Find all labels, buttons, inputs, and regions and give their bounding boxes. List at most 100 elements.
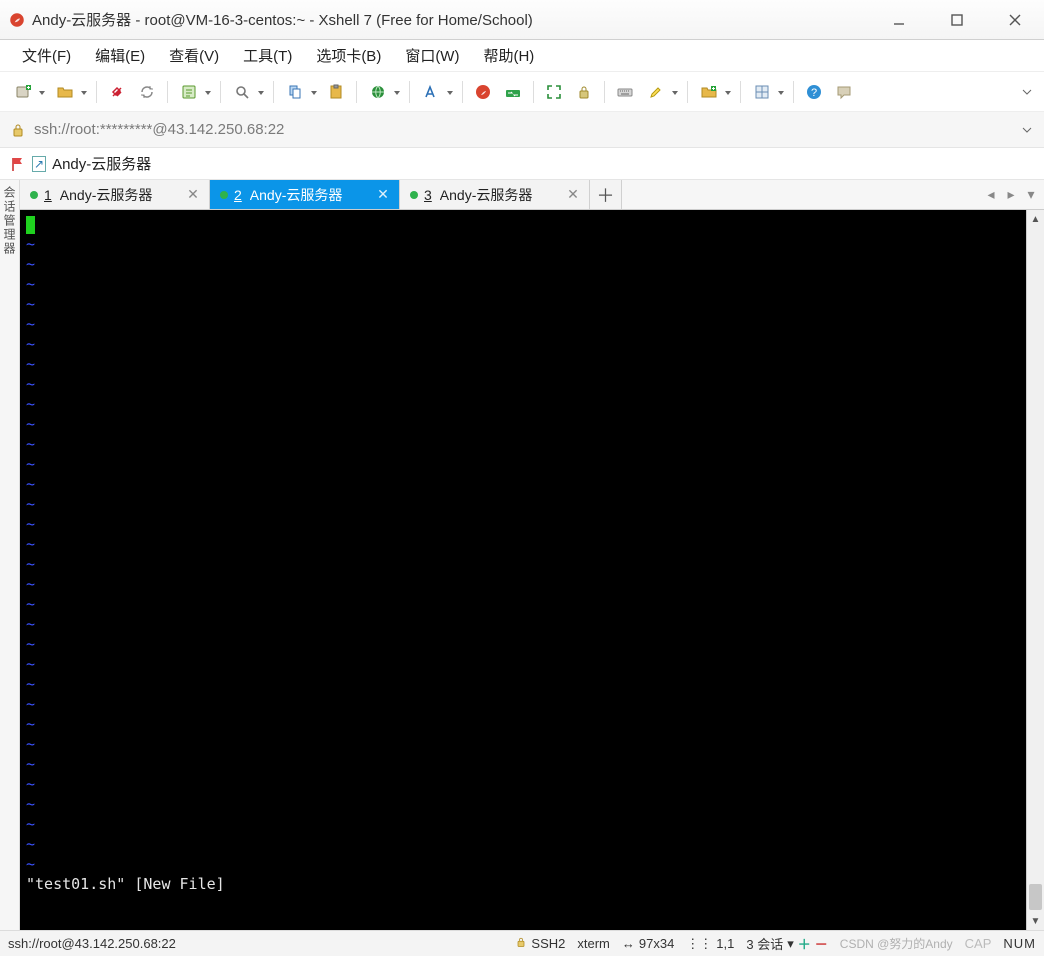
- lock-icon: [10, 122, 26, 138]
- svg-text:?: ?: [811, 87, 817, 99]
- status-cursor-pos: ⋮⋮ 1,1: [686, 936, 734, 952]
- terminal-scrollbar[interactable]: ▲ ▼: [1026, 210, 1044, 930]
- toolbar-separator: [273, 81, 274, 103]
- toolbar-separator: [740, 81, 741, 103]
- close-button[interactable]: [986, 0, 1044, 40]
- highlight-button[interactable]: [641, 78, 681, 106]
- tab-number: 1: [44, 187, 52, 203]
- maximize-button[interactable]: [928, 0, 986, 40]
- watermark-text: CSDN @努力的Andy: [840, 935, 953, 952]
- toolbar-separator: [96, 81, 97, 103]
- menu-window[interactable]: 窗口(W): [393, 40, 471, 71]
- menu-tools[interactable]: 工具(T): [231, 40, 304, 71]
- keyboard-button[interactable]: [611, 78, 639, 106]
- tab-number: 2: [234, 187, 242, 203]
- tab-label: Andy-云服务器: [250, 185, 369, 205]
- disconnect-button[interactable]: [103, 78, 131, 106]
- toolbar-separator: [220, 81, 221, 103]
- tab-prev-button[interactable]: ◂: [982, 186, 1000, 203]
- status-dot: [410, 191, 418, 199]
- window-title: Andy-云服务器 - root@VM-16-3-centos:~ - Xshe…: [32, 9, 533, 30]
- tab-close-icon[interactable]: ✕: [185, 187, 201, 203]
- toolbar-separator: [409, 81, 410, 103]
- status-protocol: SSH2: [515, 936, 565, 951]
- properties-button[interactable]: [174, 78, 214, 106]
- tab-nav: ◂ ▸ ▾: [982, 180, 1044, 209]
- session-name-bar: ↗ Andy-云服务器: [0, 148, 1044, 180]
- lock-icon: [515, 936, 527, 951]
- paste-button[interactable]: [322, 78, 350, 106]
- tab-bar: 1 Andy-云服务器 ✕ 2 Andy-云服务器 ✕ 3 Andy-云服务器 …: [20, 180, 1044, 210]
- toolbar-separator: [356, 81, 357, 103]
- font-button[interactable]: [416, 78, 456, 106]
- status-dot: [220, 191, 228, 199]
- session-name: Andy-云服务器: [52, 153, 151, 174]
- address-dropdown[interactable]: [1020, 125, 1034, 135]
- app-icon: [8, 11, 26, 29]
- status-cap: CAP: [965, 936, 992, 951]
- status-term-type: xterm: [577, 936, 610, 951]
- reconnect-button[interactable]: [133, 78, 161, 106]
- toolbar-separator: [533, 81, 534, 103]
- toolbar-separator: [167, 81, 168, 103]
- tab-number: 3: [424, 187, 432, 203]
- scroll-down-icon[interactable]: ▼: [1027, 912, 1044, 930]
- scroll-up-icon[interactable]: ▲: [1027, 210, 1044, 228]
- scroll-thumb[interactable]: [1029, 884, 1042, 910]
- lock-button[interactable]: [570, 78, 598, 106]
- minimize-button[interactable]: [870, 0, 928, 40]
- new-folder-button[interactable]: [694, 78, 734, 106]
- status-sessions[interactable]: 3 会话 ▾ ＋ －: [746, 934, 827, 953]
- chat-button[interactable]: [830, 78, 858, 106]
- toolbar-separator: [793, 81, 794, 103]
- flag-icon[interactable]: [10, 156, 26, 172]
- status-size: ↔ 97x34: [622, 936, 674, 951]
- terminal-view[interactable]: ~ ~ ~ ~ ~ ~ ~ ~ ~ ~ ~ ~ ~ ~ ~ ~ ~ ~ ~ ~ …: [20, 210, 1026, 930]
- menu-file[interactable]: 文件(F): [10, 40, 83, 71]
- menu-tabs[interactable]: 选项卡(B): [304, 40, 393, 71]
- address-bar[interactable]: ssh://root:*********@43.142.250.68:22: [0, 112, 1044, 148]
- status-dot: [30, 191, 38, 199]
- address-text: ssh://root:*********@43.142.250.68:22: [34, 121, 1012, 138]
- tab-next-button[interactable]: ▸: [1002, 186, 1020, 203]
- status-connection: ssh://root@43.142.250.68:22: [8, 936, 176, 951]
- window-titlebar: Andy-云服务器 - root@VM-16-3-centos:~ - Xshe…: [0, 0, 1044, 40]
- menu-help[interactable]: 帮助(H): [471, 40, 546, 71]
- find-button[interactable]: [227, 78, 267, 106]
- help-button[interactable]: ?: [800, 78, 828, 106]
- size-icon: ↔: [622, 936, 635, 951]
- menu-edit[interactable]: 编辑(E): [83, 40, 157, 71]
- toolbar-separator: [687, 81, 688, 103]
- layout-button[interactable]: [747, 78, 787, 106]
- toolbar-separator: [462, 81, 463, 103]
- plus-icon[interactable]: ＋: [798, 934, 811, 953]
- open-session-button[interactable]: [50, 78, 90, 106]
- tab-close-icon[interactable]: ✕: [375, 187, 391, 203]
- tab-label: Andy-云服务器: [60, 185, 179, 205]
- copy-button[interactable]: [280, 78, 320, 106]
- fullscreen-button[interactable]: [540, 78, 568, 106]
- session-tab-3[interactable]: 3 Andy-云服务器 ✕: [400, 180, 590, 209]
- web-button[interactable]: [363, 78, 403, 106]
- toolbar: ?: [0, 72, 1044, 112]
- minus-icon[interactable]: －: [815, 934, 828, 953]
- xshell-button[interactable]: [469, 78, 497, 106]
- menubar: 文件(F) 编辑(E) 查看(V) 工具(T) 选项卡(B) 窗口(W) 帮助(…: [0, 40, 1044, 72]
- new-session-button[interactable]: [8, 78, 48, 106]
- tab-close-icon[interactable]: ✕: [565, 187, 581, 203]
- tab-list-button[interactable]: ▾: [1022, 186, 1040, 203]
- tab-label: Andy-云服务器: [440, 185, 559, 205]
- session-tab-2[interactable]: 2 Andy-云服务器 ✕: [210, 180, 400, 209]
- popout-icon[interactable]: ↗: [32, 156, 46, 172]
- chevron-down-icon: ▾: [787, 936, 794, 952]
- status-bar: ssh://root@43.142.250.68:22 SSH2 xterm ↔…: [0, 930, 1044, 956]
- toolbar-separator: [604, 81, 605, 103]
- pos-icon: ⋮⋮: [686, 936, 712, 952]
- session-manager-strip[interactable]: 会话管理器: [0, 180, 20, 930]
- status-num: NUM: [1003, 936, 1036, 951]
- toolbar-overflow[interactable]: [1018, 78, 1036, 106]
- menu-view[interactable]: 查看(V): [157, 40, 231, 71]
- session-tab-1[interactable]: 1 Andy-云服务器 ✕: [20, 180, 210, 209]
- new-tab-button[interactable]: ＋: [590, 180, 622, 209]
- xftp-button[interactable]: [499, 78, 527, 106]
